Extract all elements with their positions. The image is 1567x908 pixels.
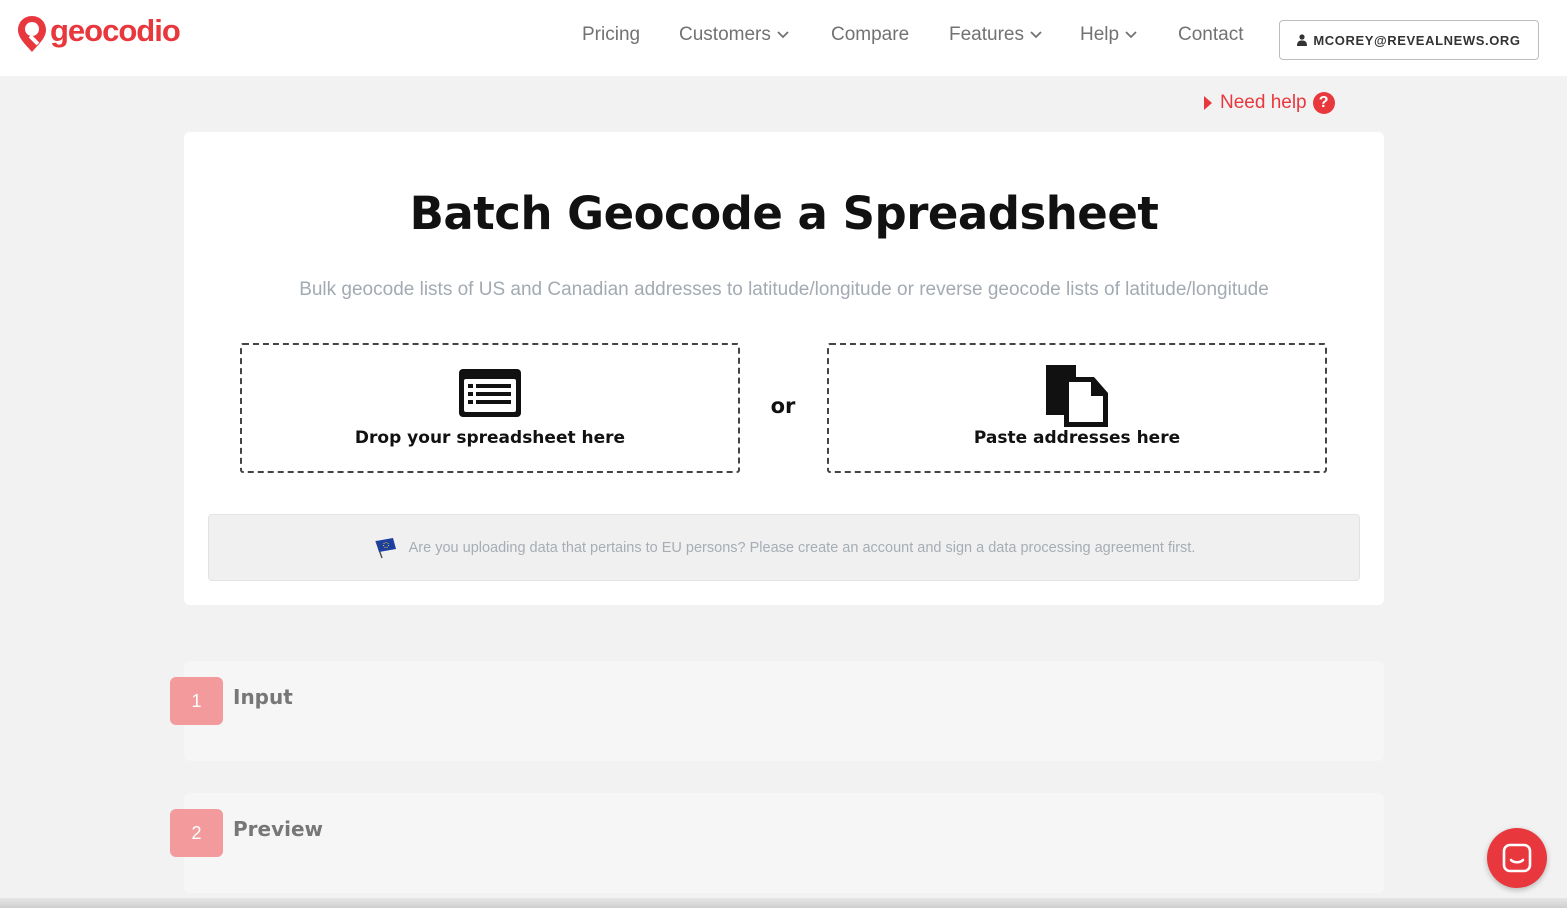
spreadsheet-list-icon: [459, 369, 521, 417]
paste-addresses-zone[interactable]: Paste addresses here: [827, 343, 1327, 473]
nav-contact[interactable]: Contact: [1178, 24, 1243, 46]
nav-pricing[interactable]: Pricing: [582, 24, 640, 46]
page-title: Batch Geocode a Spreadsheet: [409, 187, 1159, 240]
nav-features[interactable]: Features: [949, 24, 1042, 46]
chevron-down-icon: [777, 31, 789, 39]
chat-icon: [1502, 843, 1532, 873]
question-circle-icon: ?: [1312, 92, 1335, 114]
map-pin-icon: [18, 16, 46, 52]
account-email: MCOREY@REVEALNEWS.ORG: [1313, 32, 1521, 48]
chat-launcher-button[interactable]: [1487, 828, 1547, 888]
top-navbar: geocodio Pricing Customers Compare Featu…: [0, 0, 1567, 76]
need-help-link[interactable]: Need help ?: [1204, 92, 1335, 114]
step-title: Input: [233, 685, 293, 709]
logo-text: geocodio: [50, 13, 181, 48]
step-title: Preview: [233, 817, 324, 841]
geocodio-logo[interactable]: geocodio: [16, 13, 181, 54]
step-number-badge: 1: [170, 677, 223, 725]
nav-label: Customers: [679, 24, 771, 45]
step-number-badge: 2: [170, 809, 223, 857]
spreadsheet-dropzone[interactable]: Drop your spreadsheet here: [240, 343, 740, 473]
or-separator: or: [770, 394, 796, 418]
bottom-edge: [0, 898, 1567, 908]
nav-compare[interactable]: Compare: [831, 24, 909, 46]
paste-label: Paste addresses here: [973, 428, 1181, 448]
step-preview-panel: [184, 793, 1384, 893]
page-subtitle: Bulk geocode lists of US and Canadian ad…: [299, 279, 1269, 300]
batch-geocode-card: Batch Geocode a Spreadsheet Bulk geocode…: [184, 132, 1384, 605]
chevron-down-icon: [1030, 31, 1042, 39]
nav-label: Help: [1080, 24, 1120, 45]
dropzone-label: Drop your spreadsheet here: [354, 428, 626, 448]
eu-flag-icon: [374, 537, 396, 558]
nav-label: Contact: [1178, 24, 1244, 45]
account-button[interactable]: MCOREY@REVEALNEWS.ORG: [1279, 20, 1539, 60]
chevron-down-icon: [1125, 31, 1137, 39]
user-icon: [1297, 34, 1308, 46]
nav-help[interactable]: Help: [1080, 24, 1137, 46]
nav-label: Compare: [831, 24, 910, 45]
eu-notice-text: Are you uploading data that pertains to …: [408, 539, 1196, 556]
need-help-label: Need help: [1220, 92, 1307, 113]
paste-documents-icon: [1046, 365, 1108, 427]
step-input-panel: [184, 661, 1384, 761]
nav-label: Pricing: [582, 24, 641, 45]
nav-customers[interactable]: Customers: [679, 24, 789, 46]
nav-label: Features: [949, 24, 1024, 45]
caret-right-icon: [1204, 96, 1212, 110]
eu-notice: Are you uploading data that pertains to …: [208, 514, 1360, 581]
